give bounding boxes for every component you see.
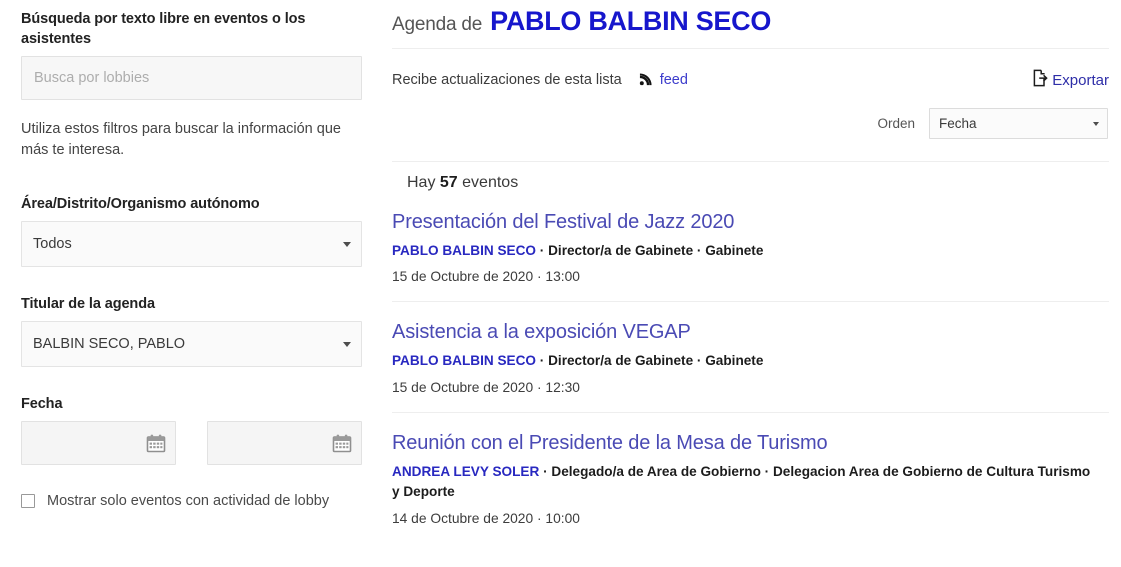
event-role: Director/a de Gabinete: [548, 243, 694, 258]
event-person-link[interactable]: PABLO BALBIN SECO: [392, 243, 536, 258]
date-filter-label: Fecha: [21, 396, 63, 413]
lobby-activity-label[interactable]: Mostrar solo eventos con actividad de lo…: [47, 493, 329, 509]
date-to-field[interactable]: [207, 421, 362, 466]
feed-row: Recibe actualizaciones de esta lista fee…: [392, 49, 1109, 94]
feed-description: Recibe actualizaciones de esta lista: [392, 72, 622, 88]
event-item: Reunión con el Presidente de la Mesa de …: [392, 413, 1109, 543]
export-icon: [1032, 69, 1049, 91]
page-title-prefix: Agenda de: [392, 14, 483, 35]
date-from-field[interactable]: [21, 421, 176, 466]
results-count-wrap: Hay 57 eventos: [392, 161, 1109, 192]
area-select[interactable]: Todos: [21, 221, 362, 268]
event-person-link[interactable]: PABLO BALBIN SECO: [392, 353, 536, 368]
event-date: 15 de Octubre de 2020 · 13:00: [392, 269, 580, 285]
area-select-value[interactable]: Todos: [21, 221, 362, 268]
rss-icon: [639, 71, 654, 90]
event-item: Asistencia a la exposición VEGAP PABLO B…: [392, 302, 1109, 411]
event-item: Presentación del Festival de Jazz 2020 P…: [392, 192, 1109, 301]
results-count-value: 57: [439, 174, 458, 191]
page-title: Agenda de PABLO BALBIN SECO: [392, 0, 1109, 36]
order-row: Orden Fecha: [392, 108, 1109, 139]
event-org: Gabinete: [705, 353, 764, 369]
event-org: Gabinete: [705, 243, 764, 258]
event-date: 15 de Octubre de 2020 · 12:30: [392, 379, 580, 395]
event-meta: ANDREA LEVY SOLER · Delegado/a de Area d…: [392, 463, 1091, 500]
date-from-input[interactable]: [22, 422, 175, 465]
holder-select[interactable]: BALBIN SECO, PABLO: [21, 321, 362, 368]
event-role: Delegado/a de Area de Gobierno: [551, 463, 761, 479]
export-link[interactable]: Exportar: [1032, 69, 1109, 91]
lobby-filter-row: Mostrar solo eventos con actividad de lo…: [21, 493, 363, 509]
event-meta: PABLO BALBIN SECO · Director/a de Gabine…: [392, 243, 764, 258]
agenda-main: Agenda de PABLO BALBIN SECO Recibe actua…: [385, 0, 1121, 543]
order-label: Orden: [877, 116, 915, 131]
page-root: Búsqueda por texto libre en eventos o lo…: [0, 0, 1121, 567]
page-title-name: PABLO BALBIN SECO: [490, 6, 772, 36]
event-title-link[interactable]: Asistencia a la exposición VEGAP: [392, 320, 1109, 345]
order-select[interactable]: Fecha: [929, 108, 1108, 139]
order-select-value[interactable]: Fecha: [929, 108, 1108, 139]
event-meta: PABLO BALBIN SECO · Director/a de Gabine…: [392, 353, 764, 369]
lobby-activity-checkbox[interactable]: [21, 494, 35, 509]
event-role: Director/a de Gabinete: [548, 353, 694, 369]
search-label: Búsqueda por texto libre en eventos o lo…: [21, 11, 306, 47]
event-person-link[interactable]: ANDREA LEVY SOLER: [392, 464, 539, 479]
holder-filter-label: Titular de la agenda: [21, 296, 155, 313]
export-link-label: Exportar: [1052, 71, 1109, 89]
area-filter-label: Área/Distrito/Organismo autónomo: [21, 196, 260, 213]
holder-select-value[interactable]: BALBIN SECO, PABLO: [21, 321, 362, 368]
feed-link[interactable]: feed: [639, 71, 688, 90]
results-count: Hay 57 eventos: [392, 162, 1109, 192]
feed-link-label: feed: [659, 72, 688, 88]
filters-sidebar: Búsqueda por texto libre en eventos o lo…: [0, 0, 385, 509]
event-date: 14 de Octubre de 2020 · 10:00: [392, 510, 580, 526]
filters-helper-text: Utiliza estos filtros para buscar la inf…: [21, 121, 341, 159]
event-title-link[interactable]: Presentación del Festival de Jazz 2020: [392, 210, 1109, 235]
results-count-prefix: Hay: [407, 174, 436, 191]
date-range-row: [21, 421, 363, 466]
date-to-input[interactable]: [208, 422, 361, 465]
search-input[interactable]: [21, 56, 362, 100]
results-count-suffix: eventos: [462, 174, 519, 191]
event-title-link[interactable]: Reunión con el Presidente de la Mesa de …: [392, 431, 1109, 456]
